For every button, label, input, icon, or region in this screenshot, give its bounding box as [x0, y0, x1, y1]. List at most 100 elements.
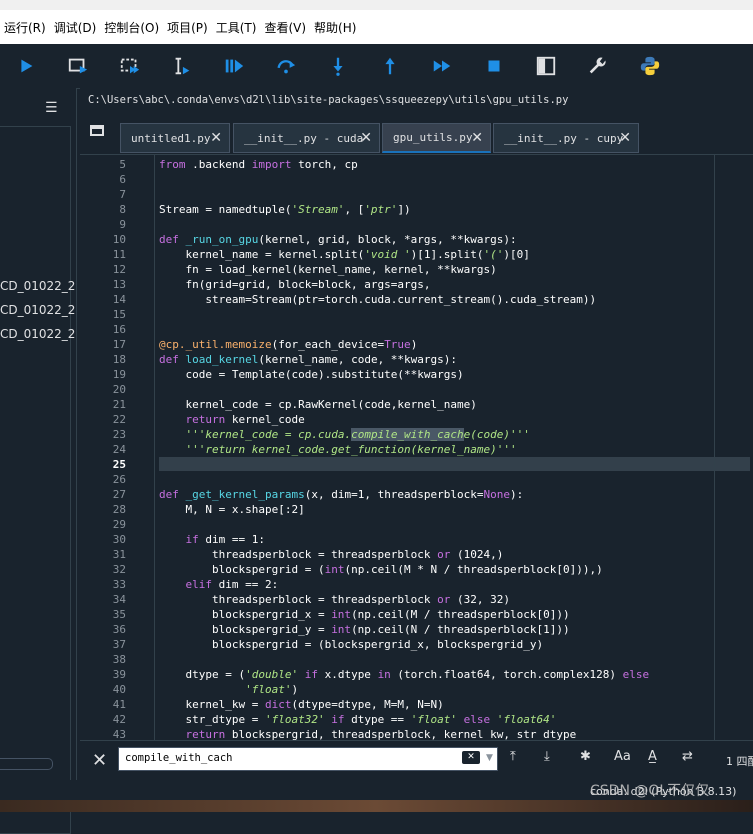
code-line[interactable]: M, N = x.shape[:2]: [159, 502, 304, 517]
code-line[interactable]: Stream = namedtuple('Stream', ['ptr']): [159, 202, 411, 217]
code-editor[interactable]: 5 from .backend import torch, cp 6 7 8 Stream…: [80, 154, 753, 741]
preferences-wrench-icon[interactable]: [586, 54, 610, 78]
python-path-icon[interactable]: [638, 54, 662, 78]
line-number: 31: [112, 548, 126, 561]
code-line[interactable]: blockspergrid = (blockspergrid_x, blocks…: [159, 637, 543, 652]
explorer-item[interactable]: CD_01022_2: [0, 327, 75, 341]
code-line[interactable]: code = Template(code).substitute(**kwarg…: [159, 367, 463, 382]
debug-icon[interactable]: [222, 54, 246, 78]
line-number: 11: [112, 248, 126, 261]
line-number: 5: [119, 158, 126, 171]
step-out-icon[interactable]: [378, 54, 402, 78]
code-line[interactable]: @cp._util.memoize(for_each_device=True): [159, 337, 417, 352]
find-previous-icon[interactable]: ⤒: [510, 749, 516, 764]
menu-console[interactable]: 控制台(O): [100, 19, 163, 36]
tab-untitled1[interactable]: untitled1.py ✕: [120, 123, 230, 153]
clear-icon[interactable]: ✕: [462, 751, 480, 764]
file-explorer-panel: CD_01022_2 CD_01022_2 CD_01022_2: [0, 126, 75, 834]
menu-help[interactable]: 帮助(H): [310, 19, 360, 36]
code-line[interactable]: blockspergrid_x = int(np.ceil(M / thread…: [159, 607, 570, 622]
line-number: 21: [112, 398, 126, 411]
code-line[interactable]: elif dim == 2:: [159, 577, 279, 592]
menu-tools[interactable]: 工具(T): [212, 19, 261, 36]
find-next-icon[interactable]: ⤓: [544, 749, 550, 764]
code-line[interactable]: def _run_on_gpu(kernel, grid, block, *ar…: [159, 232, 517, 247]
code-line[interactable]: kernel_name = kernel.split('void ')[1].s…: [159, 247, 529, 262]
code-line[interactable]: threadsperblock = threadsperblock or (32…: [159, 592, 510, 607]
code-line[interactable]: threadsperblock = threadsperblock or (10…: [159, 547, 503, 562]
line-number: 18: [112, 353, 126, 366]
code-line[interactable]: 'float'): [159, 682, 298, 697]
run-selection-icon[interactable]: [170, 54, 194, 78]
run-file-icon[interactable]: [66, 54, 90, 78]
maximize-pane-icon[interactable]: [534, 54, 558, 78]
tab-init-cuda[interactable]: __init__.py - cuda ✕: [233, 123, 380, 153]
run-icon[interactable]: [14, 54, 38, 78]
code-line[interactable]: stream=Stream(ptr=torch.cuda.current_str…: [159, 292, 596, 307]
close-icon[interactable]: ✕: [92, 750, 107, 771]
explorer-item[interactable]: CD_01022_2: [0, 303, 75, 317]
gutter-divider: [154, 155, 155, 741]
find-bar: ✕ compile_with_cach ✕ ▼ ⤒ ⤓ ✱ Aa A̲ ⇄ 1 …: [80, 740, 753, 781]
line-number: 30: [112, 533, 126, 546]
code-line[interactable]: kernel_kw = dict(dtype=dtype, M=M, N=N): [159, 697, 443, 712]
browse-tabs-icon[interactable]: [90, 125, 104, 136]
tab-init-cupy[interactable]: __init__.py - cupy ✕: [493, 123, 639, 153]
line-number: 36: [112, 623, 126, 636]
code-line[interactable]: kernel_code = cp.RawKernel(code,kernel_n…: [159, 397, 476, 412]
code-line[interactable]: def _get_kernel_params(x, dim=1, threads…: [159, 487, 523, 502]
pane-menu-icon[interactable]: ☰: [45, 100, 58, 116]
whole-word-icon[interactable]: A̲: [648, 749, 657, 764]
match-count: 1 四配: [726, 755, 753, 768]
code-line[interactable]: return kernel_code: [159, 412, 305, 427]
desktop-strip: [0, 800, 753, 812]
line-number: 32: [112, 563, 126, 576]
close-icon[interactable]: ✕: [360, 130, 372, 146]
code-line[interactable]: def load_kernel(kernel_name, code, **kwa…: [159, 352, 457, 367]
line-number: 26: [112, 473, 126, 486]
line-number: 38: [112, 653, 126, 666]
code-line[interactable]: '''kernel_code = cp.cuda.compile_with_ca…: [159, 427, 530, 442]
code-line[interactable]: str_dtype = 'float32' if dtype == 'float…: [159, 712, 556, 727]
code-line[interactable]: if dim == 1:: [159, 532, 265, 547]
menu-view[interactable]: 查看(V): [260, 19, 310, 36]
editor-edge-line: [714, 155, 715, 741]
line-number: 9: [119, 218, 126, 231]
line-number: 39: [112, 668, 126, 681]
line-number: 35: [112, 608, 126, 621]
horizontal-scrollbar[interactable]: [0, 758, 53, 770]
current-line-highlight: [159, 457, 750, 471]
replace-toggle-icon[interactable]: ⇄: [682, 749, 693, 764]
line-number: 28: [112, 503, 126, 516]
code-line[interactable]: blockspergrid = (int(np.ceil(M * N / thr…: [159, 562, 603, 577]
code-line[interactable]: blockspergrid_y = int(np.ceil(N / thread…: [159, 622, 570, 637]
menu-project[interactable]: 项目(P): [163, 19, 212, 36]
find-input[interactable]: compile_with_cach: [118, 747, 498, 771]
step-into-icon[interactable]: [326, 54, 350, 78]
step-over-icon[interactable]: [274, 54, 298, 78]
window-titlebar: [0, 0, 753, 10]
menu-run[interactable]: 运行(R): [0, 19, 50, 36]
regex-icon[interactable]: ✱: [580, 749, 591, 764]
stop-icon[interactable]: [482, 54, 506, 78]
line-number: 33: [112, 578, 126, 591]
close-icon[interactable]: ✕: [619, 130, 631, 146]
line-number: 14: [112, 293, 126, 306]
continue-icon[interactable]: [430, 54, 454, 78]
code-line[interactable]: fn(grid=grid, block=block, args=args,: [159, 277, 430, 292]
code-line[interactable]: return blockspergrid, threadsperblock, k…: [159, 727, 577, 741]
line-number: 7: [119, 188, 126, 201]
chevron-down-icon[interactable]: ▼: [486, 753, 493, 763]
menu-debug[interactable]: 调试(D): [50, 19, 101, 36]
tab-gpu-utils[interactable]: gpu_utils.py ✕: [382, 123, 491, 153]
code-line[interactable]: fn = load_kernel(kernel_name, kernel, **…: [159, 262, 496, 277]
run-cell-advance-icon[interactable]: [118, 54, 142, 78]
case-sensitive-icon[interactable]: Aa: [614, 749, 631, 764]
code-line[interactable]: dtype = ('double' if x.dtype in (torch.f…: [159, 667, 649, 682]
close-icon[interactable]: ✕: [210, 130, 222, 146]
code-line[interactable]: from .backend import torch, cp: [159, 157, 358, 172]
line-number: 27: [112, 488, 126, 501]
close-icon[interactable]: ✕: [471, 130, 483, 146]
code-line[interactable]: '''return kernel_code.get_function(kerne…: [159, 442, 517, 457]
explorer-item[interactable]: CD_01022_2: [0, 279, 75, 293]
